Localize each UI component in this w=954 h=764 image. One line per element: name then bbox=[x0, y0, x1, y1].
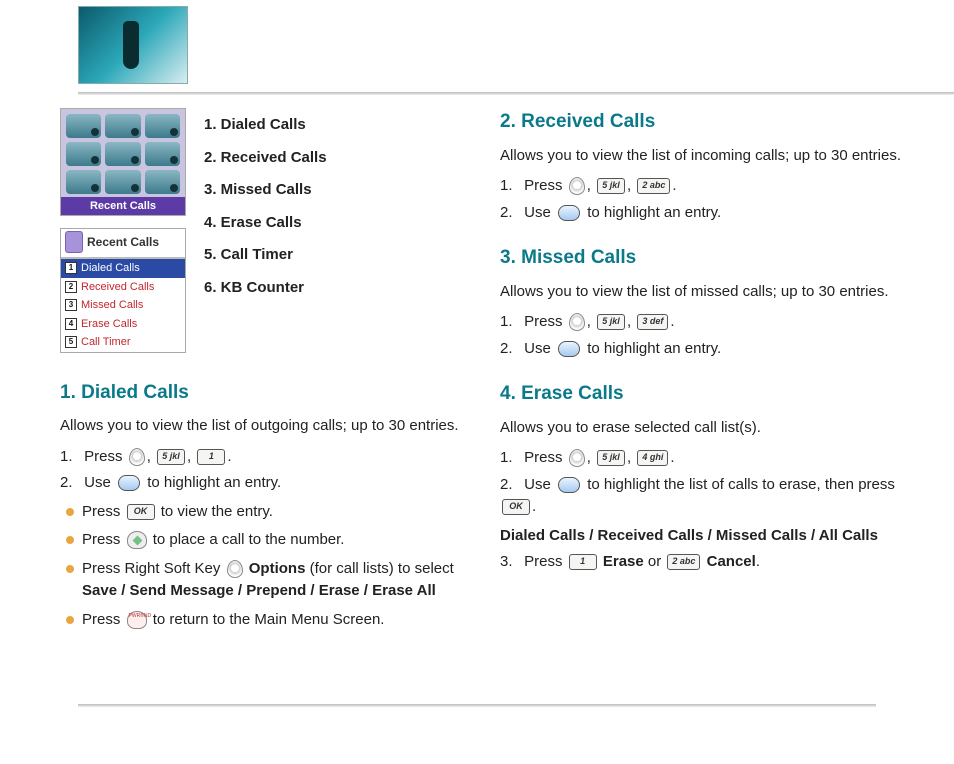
left-soft-key-icon bbox=[569, 449, 585, 467]
bullet: Press Right Soft Key Options (for call l… bbox=[60, 558, 464, 603]
left-top-row: Recent Calls Recent Calls 1Dialed Calls … bbox=[60, 108, 464, 353]
section-heading: 4. Erase Calls bbox=[500, 380, 904, 409]
toc-item: 5. Call Timer bbox=[204, 244, 327, 267]
step: 1. Press , 5 jkl, 3 def. bbox=[500, 311, 904, 334]
key-5-icon: 5 jkl bbox=[597, 314, 625, 330]
key-2-icon: 2 abc bbox=[667, 554, 700, 570]
right-soft-key-icon bbox=[227, 560, 243, 578]
step: 2. Use to highlight the list of calls to… bbox=[500, 474, 904, 548]
step: 3. Press 1 Erase or 2 abc Cancel. bbox=[500, 551, 904, 574]
toc-item: 4. Erase Calls bbox=[204, 212, 327, 235]
end-key-icon bbox=[127, 611, 147, 629]
step: 2. Use to highlight an entry. bbox=[500, 202, 904, 225]
grid-cell bbox=[145, 114, 180, 138]
key-ok-icon: OK bbox=[127, 504, 155, 520]
header-image bbox=[78, 6, 188, 84]
bullet-list: Press OK to view the entry. Press to pla… bbox=[60, 501, 464, 632]
nav-key-icon bbox=[118, 475, 140, 491]
list-row: 2Received Calls bbox=[61, 278, 185, 297]
step-list: 1. Press , 5 jkl, 1 . 2. Use to highligh… bbox=[60, 446, 464, 495]
list-row: 4Erase Calls bbox=[61, 315, 185, 334]
grid-cell bbox=[145, 142, 180, 166]
footer-rule bbox=[78, 704, 876, 707]
key-1-icon: 1 bbox=[569, 554, 597, 570]
nav-key-icon bbox=[558, 341, 580, 357]
grid-cell bbox=[66, 142, 101, 166]
section-desc: Allows you to view the list of missed ca… bbox=[500, 281, 904, 304]
grid-cell bbox=[105, 114, 140, 138]
nav-key-icon bbox=[558, 205, 580, 221]
left-soft-key-icon bbox=[129, 448, 145, 466]
key-2-icon: 2 abc bbox=[637, 178, 670, 194]
content-columns: Recent Calls Recent Calls 1Dialed Calls … bbox=[60, 108, 904, 704]
toc-item: 3. Missed Calls bbox=[204, 179, 327, 202]
toc-item: 2. Received Calls bbox=[204, 147, 327, 170]
toc: 1. Dialed Calls 2. Received Calls 3. Mis… bbox=[204, 104, 327, 309]
header-rule bbox=[78, 92, 954, 95]
left-soft-key-icon bbox=[569, 177, 585, 195]
step-list: 1. Press , 5 jkl, 4 ghi. 2. Use to highl… bbox=[500, 447, 904, 574]
step-list: 1. Press , 5 jkl, 2 abc. 2. Use to highl… bbox=[500, 175, 904, 224]
bullet: Press to place a call to the number. bbox=[60, 529, 464, 552]
step: 2. Use to highlight an entry. bbox=[500, 338, 904, 361]
key-4-icon: 4 ghi bbox=[637, 450, 668, 466]
list-row: 3Missed Calls bbox=[61, 296, 185, 315]
list-row: 5Call Timer bbox=[61, 333, 185, 352]
list-thumb-header: Recent Calls bbox=[61, 229, 185, 259]
step: 1. Press , 5 jkl, 2 abc. bbox=[500, 175, 904, 198]
key-5-icon: 5 jkl bbox=[157, 449, 185, 465]
grid-cell bbox=[105, 142, 140, 166]
right-column: 2. Received Calls Allows you to view the… bbox=[500, 108, 904, 704]
toc-item: 1. Dialed Calls bbox=[204, 114, 327, 137]
grid-cell bbox=[145, 170, 180, 194]
section-heading: 2. Received Calls bbox=[500, 108, 904, 137]
step: 2. Use to highlight an entry. bbox=[60, 472, 464, 495]
toc-item: 6. KB Counter bbox=[204, 277, 327, 300]
section-heading: 3. Missed Calls bbox=[500, 244, 904, 273]
left-column: Recent Calls Recent Calls 1Dialed Calls … bbox=[60, 108, 464, 704]
step-list: 1. Press , 5 jkl, 3 def. 2. Use to highl… bbox=[500, 311, 904, 360]
menu-list-thumbnail: Recent Calls 1Dialed Calls 2Received Cal… bbox=[60, 228, 186, 353]
nav-key-icon bbox=[558, 477, 580, 493]
key-ok-icon: OK bbox=[502, 499, 530, 515]
list-row: 1Dialed Calls bbox=[61, 259, 185, 278]
grid-cell bbox=[66, 170, 101, 194]
section-desc: Allows you to erase selected call list(s… bbox=[500, 417, 904, 440]
list-thumb-title: Recent Calls bbox=[87, 233, 159, 251]
section-desc: Allows you to view the list of outgoing … bbox=[60, 415, 464, 438]
key-3-icon: 3 def bbox=[637, 314, 668, 330]
key-5-icon: 5 jkl bbox=[597, 178, 625, 194]
grid-cell bbox=[105, 170, 140, 194]
key-5-icon: 5 jkl bbox=[597, 450, 625, 466]
left-soft-key-icon bbox=[569, 313, 585, 331]
erase-options: Dialed Calls / Received Calls / Missed C… bbox=[500, 525, 904, 548]
send-key-icon bbox=[127, 531, 147, 549]
section-heading: 1. Dialed Calls bbox=[60, 379, 464, 408]
step: 1. Press , 5 jkl, 4 ghi. bbox=[500, 447, 904, 470]
bullet: Press OK to view the entry. bbox=[60, 501, 464, 524]
bullet: Press to return to the Main Menu Screen. bbox=[60, 609, 464, 632]
phone-icon bbox=[65, 231, 83, 253]
left-thumbnails: Recent Calls Recent Calls 1Dialed Calls … bbox=[60, 108, 186, 353]
key-1-icon: 1 bbox=[197, 449, 225, 465]
step: 1. Press , 5 jkl, 1 . bbox=[60, 446, 464, 469]
section-desc: Allows you to view the list of incoming … bbox=[500, 145, 904, 168]
grid-label: Recent Calls bbox=[61, 197, 185, 215]
grid-cell bbox=[66, 114, 101, 138]
menu-grid-thumbnail: Recent Calls bbox=[60, 108, 186, 216]
